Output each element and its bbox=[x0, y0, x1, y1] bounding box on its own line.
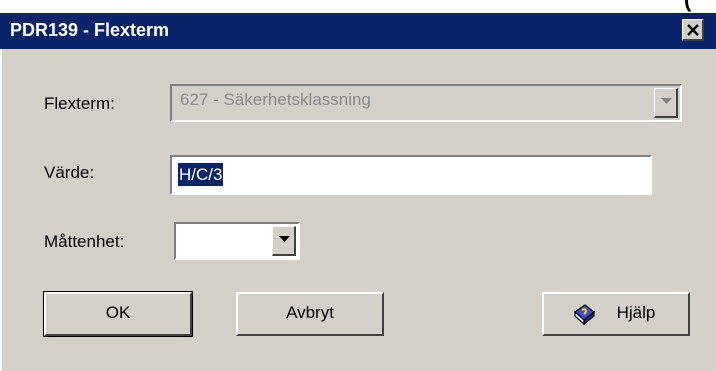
close-icon bbox=[687, 24, 699, 36]
flexterm-label: Flexterm: bbox=[44, 94, 115, 113]
ok-button[interactable]: OK bbox=[43, 291, 193, 337]
cancel-button-label: Avbryt bbox=[286, 303, 334, 322]
chevron-down-icon bbox=[279, 236, 290, 242]
cancel-button[interactable]: Avbryt bbox=[236, 292, 384, 336]
close-button[interactable] bbox=[682, 19, 704, 41]
title-bar: PDR139 - Flexterm bbox=[0, 13, 716, 49]
help-button-label: Hjälp bbox=[616, 303, 656, 322]
varde-input[interactable]: H/C/3 bbox=[170, 155, 652, 195]
flexterm-combobox[interactable]: 627 - Säkerhetsklassning bbox=[170, 84, 682, 122]
varde-value: H/C/3 bbox=[178, 163, 224, 186]
flexterm-value: 627 - Säkerhetsklassning bbox=[180, 90, 371, 109]
window-title: PDR139 - Flexterm bbox=[10, 20, 170, 40]
help-button[interactable]: Hjälp bbox=[542, 292, 690, 336]
flexterm-dropdown-button[interactable] bbox=[654, 88, 678, 118]
varde-label: Värde: bbox=[44, 163, 95, 182]
chevron-down-icon bbox=[661, 98, 672, 104]
partial-glyph: ( bbox=[684, 0, 691, 13]
mattenhet-combobox[interactable] bbox=[174, 222, 300, 260]
mattenhet-dropdown-button[interactable] bbox=[272, 226, 296, 256]
ok-button-label: OK bbox=[105, 303, 131, 322]
mattenhet-label: Måttenhet: bbox=[44, 232, 125, 251]
